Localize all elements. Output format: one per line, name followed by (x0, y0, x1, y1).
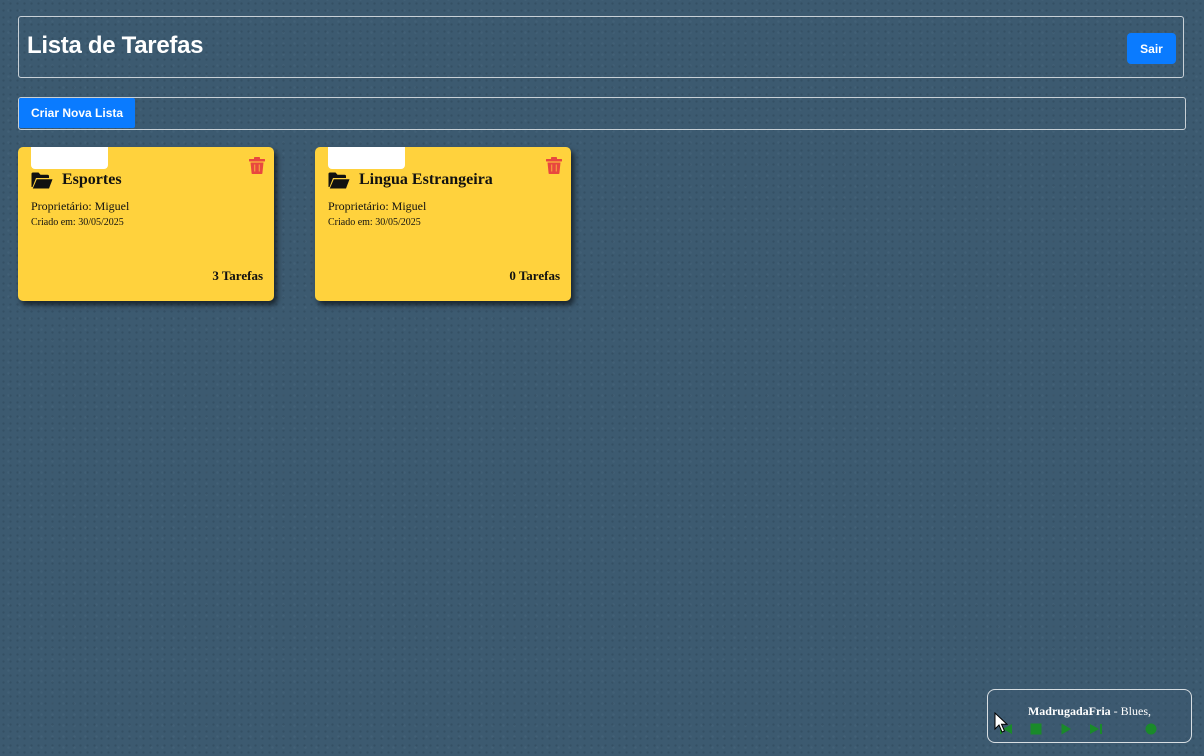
list-owner: Proprietário: Miguel (328, 199, 427, 213)
record-icon[interactable] (1145, 723, 1157, 735)
task-count: 0 Tarefas (509, 268, 560, 283)
task-count: 3 Tarefas (212, 268, 263, 283)
next-icon[interactable] (1090, 723, 1102, 735)
trash-icon[interactable] (546, 157, 562, 174)
track-title: MadrugadaFria (1027, 704, 1111, 718)
page-title: Lista de Tarefas (27, 32, 204, 59)
list-created-date: Criado em: 30/05/2025 (328, 217, 421, 228)
music-player: MadrugadaFria - Blues, (987, 689, 1192, 743)
track-separator: - (1110, 704, 1121, 718)
create-list-button[interactable]: Criar Nova Lista (19, 98, 136, 128)
folder-open-icon (328, 172, 350, 188)
list-created-date: Criado em: 30/05/2025 (31, 217, 124, 228)
list-name: Lingua Estrangeira (359, 171, 493, 188)
play-icon[interactable] (1060, 723, 1072, 735)
trash-icon[interactable] (249, 157, 265, 174)
mouse-cursor-icon (994, 712, 1008, 733)
track-artist: Blues, (1120, 704, 1151, 718)
track-info: MadrugadaFria - Blues, (988, 704, 1191, 719)
card-title: Esportes (31, 171, 122, 189)
stop-icon[interactable] (1030, 723, 1042, 735)
logout-button[interactable]: Sair (1127, 33, 1176, 64)
folder-open-icon (31, 172, 53, 188)
toolbar: Criar Nova Lista (18, 97, 1186, 130)
card-tab (31, 147, 108, 169)
app-header: Lista de Tarefas Sair (18, 16, 1184, 78)
list-card[interactable]: Esportes Proprietário: Miguel Criado em:… (18, 147, 274, 301)
list-name: Esportes (62, 171, 122, 188)
list-owner: Proprietário: Miguel (31, 199, 130, 213)
card-title: Lingua Estrangeira (328, 171, 493, 189)
list-card[interactable]: Lingua Estrangeira Proprietário: Miguel … (315, 147, 571, 301)
card-tab (328, 147, 405, 169)
